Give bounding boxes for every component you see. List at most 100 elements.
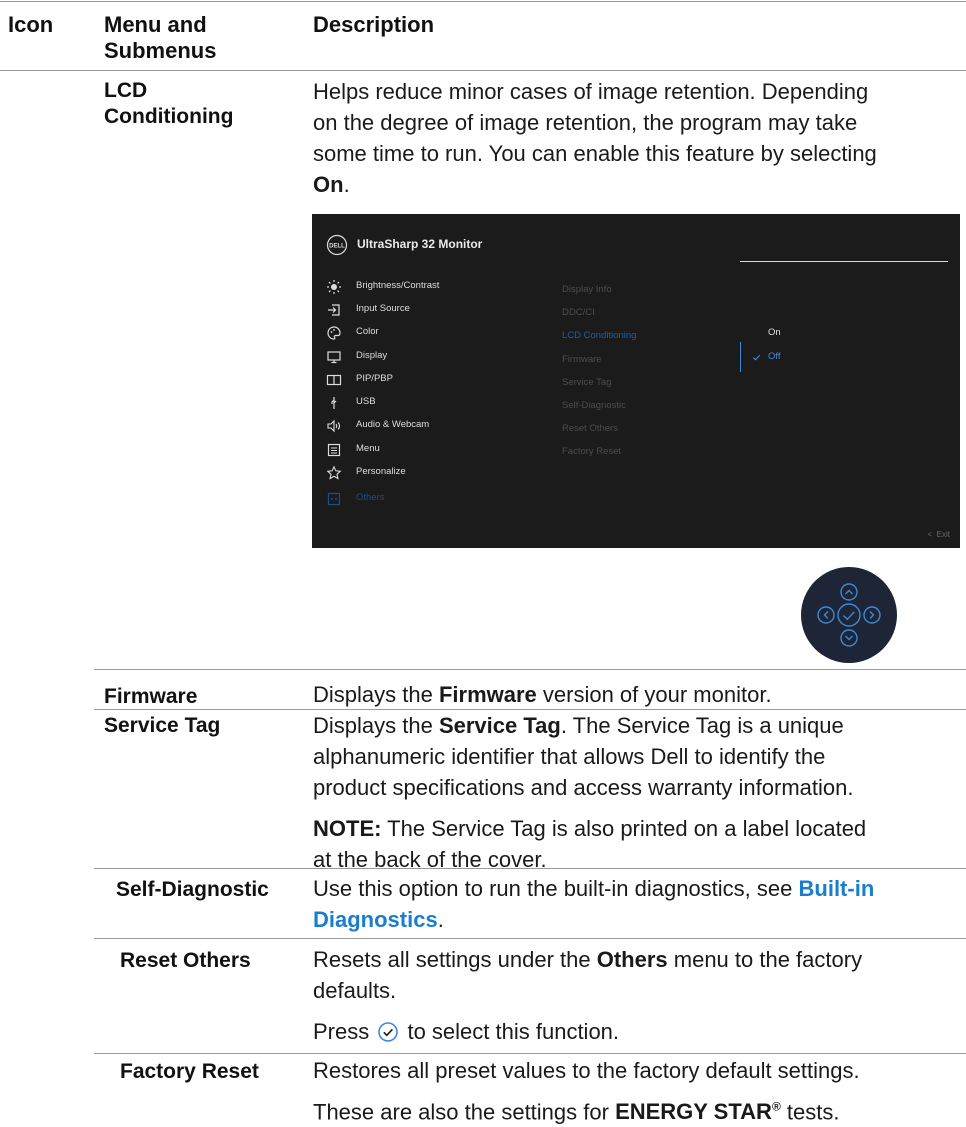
osd-selection-bar [740, 342, 741, 372]
osd-menu-pip[interactable]: PIP/PBP [312, 371, 512, 389]
self-diag-desc-line2: Diagnostics. [313, 904, 963, 935]
energy-star-label: ENERGY STAR [615, 1099, 772, 1125]
osd-sub-firmware[interactable]: Firmware [562, 354, 602, 365]
pip-icon [326, 374, 342, 386]
osd-option-off[interactable]: Off [768, 351, 781, 362]
joystick-icon [801, 567, 897, 663]
lcd-desc-period: . [343, 172, 350, 197]
speaker-icon [327, 419, 341, 433]
firmware-bold: Firmware [438, 682, 537, 707]
osd-sub-factory-reset[interactable]: Factory Reset [562, 446, 621, 457]
service-tag-note-line2: at the back of the cover. [313, 847, 547, 872]
lcd-term-line2: Conditioning [104, 105, 234, 128]
self-diagnostic-term: Self-Diagnostic [116, 878, 269, 901]
reset-others-term: Reset Others [120, 949, 251, 972]
osd-menu-label: Brightness/Contrast [356, 280, 440, 291]
osd-menu-brightness[interactable]: Brightness/Contrast [312, 278, 512, 296]
osd-menu-label: Display [356, 350, 388, 361]
header-menu-line1: Menu and [104, 12, 207, 37]
service-tag-desc-line2: alphanumeric identifier that allows Dell… [313, 744, 826, 769]
osd-top-line [740, 261, 948, 262]
osd-exit[interactable]: < Exit [928, 530, 950, 539]
osd-menu-label: Others [356, 492, 385, 503]
rule-factory-reset [94, 1053, 966, 1054]
header-description: Description [313, 12, 435, 37]
osd-menu-others[interactable]: Others [312, 490, 512, 508]
osd-menu-label: Personalize [356, 466, 406, 477]
lcd-desc-line1: Helps reduce minor cases of image retent… [313, 79, 869, 104]
osd-sub-lcd-conditioning[interactable]: LCD Conditioning [562, 330, 636, 341]
osd-screenshot: DELL UltraSharp 32 Monitor Brightness/Co… [312, 214, 960, 548]
osd-menu-label: Input Source [356, 303, 410, 314]
on-bold: On [313, 172, 344, 197]
header-menu-line2: Submenus [104, 38, 217, 63]
lcd-term-line1: LCD [104, 79, 148, 102]
rule-firmware [94, 669, 966, 670]
factory-reset-desc-pre: These are also the settings for [313, 1099, 616, 1125]
note-bold: NOTE: [313, 816, 382, 841]
check-circle-icon [378, 1022, 399, 1042]
note-line1: The Service Tag is also printed on a lab… [381, 816, 867, 841]
rule-reset-others [94, 938, 966, 939]
built-in-diagnostics-link[interactable]: Built-in [799, 876, 875, 901]
osd-sub-self-diagnostic[interactable]: Self-Diagnostic [562, 400, 626, 411]
rule-self-diagnostic [94, 868, 966, 869]
firmware-description: Displays the Firmware version of your mo… [313, 679, 963, 710]
osd-option-on[interactable]: On [768, 327, 781, 338]
self-diag-desc-post: . [437, 907, 444, 932]
lcd-description: Helps reduce minor cases of image retent… [313, 76, 963, 200]
top-rule [0, 1, 966, 2]
firmware-term: Firmware [104, 685, 198, 708]
osd-menu-display[interactable]: Display [312, 348, 512, 366]
osd-menu-usb[interactable]: USB [312, 394, 512, 412]
sun-icon [327, 280, 341, 294]
reset-others-desc-line2: defaults. [313, 978, 397, 1003]
checkmark-icon [752, 354, 761, 361]
monitor-icon [327, 351, 341, 364]
osd-menu-personalize[interactable]: Personalize [312, 464, 512, 482]
osd-menu-menu[interactable]: Menu [312, 441, 512, 459]
osd-exit-label: Exit [936, 530, 950, 539]
header-menu: Menu and Submenus [104, 12, 216, 64]
osd-sub-display-info[interactable]: Display Info [562, 284, 612, 295]
others-icon [327, 492, 341, 506]
input-source-icon [328, 304, 340, 316]
factory-reset-description: Restores all preset values to the factor… [313, 1055, 965, 1127]
registered-mark: ® [771, 1100, 781, 1114]
energy-star-bold: ENERGY STAR® [615, 1099, 781, 1124]
palette-icon [327, 326, 341, 340]
reset-others-desc-pre: Resets all settings under the [313, 947, 597, 972]
osd-sub-service-tag[interactable]: Service Tag [562, 377, 611, 388]
reset-others-desc-post: menu to the factory [667, 947, 863, 972]
osd-menu-color[interactable]: Color [312, 324, 512, 342]
header-icon: Icon [8, 12, 54, 37]
menu-icon [327, 443, 341, 457]
self-diag-desc-pre: Use this option to run the built-in diag… [313, 876, 799, 901]
service-tag-bold: Service Tag [438, 713, 561, 738]
svg-text:DELL: DELL [329, 244, 345, 250]
osd-menu-label: Menu [356, 443, 380, 454]
osd-menu-audio[interactable]: Audio & Webcam [312, 417, 512, 435]
firmware-desc-pre: Displays the [313, 682, 439, 707]
factory-reset-desc-line2: These are also the settings for ENERGY S… [313, 1092, 965, 1127]
lcd-desc-line2: on the degree of image retention, the pr… [313, 110, 858, 135]
factory-reset-desc-post: tests. [780, 1099, 840, 1125]
reset-others-press: Press to select this function. [313, 1016, 963, 1047]
star-icon [326, 465, 342, 480]
reset-others-description: Resets all settings under the Others men… [313, 944, 963, 1047]
dell-logo-icon: DELL [326, 234, 348, 256]
osd-menu-input-source[interactable]: Input Source [312, 301, 512, 319]
osd-sub-reset-others[interactable]: Reset Others [562, 423, 618, 434]
service-tag-note: NOTE: The Service Tag is also printed on… [313, 813, 963, 844]
reset-others-desc-line1: Resets all settings under the Others men… [313, 944, 963, 975]
service-tag-desc-line1: Displays the Service Tag. The Service Ta… [313, 710, 963, 741]
lcd-desc-line3: some time to run. You can enable this fe… [313, 141, 877, 166]
factory-reset-desc-line1: Restores all preset values to the factor… [313, 1058, 860, 1083]
osd-sub-ddcci[interactable]: DDC/CI [562, 307, 595, 318]
osd-menu-label: PIP/PBP [356, 373, 393, 384]
usb-icon [331, 397, 337, 409]
service-tag-desc-post: . The Service Tag is a unique [560, 713, 844, 738]
built-in-diagnostics-link-cont[interactable]: Diagnostics [313, 907, 438, 932]
self-diag-desc-line1: Use this option to run the built-in diag… [313, 873, 963, 904]
service-tag-desc-line3: product specifications and access warran… [313, 775, 854, 800]
